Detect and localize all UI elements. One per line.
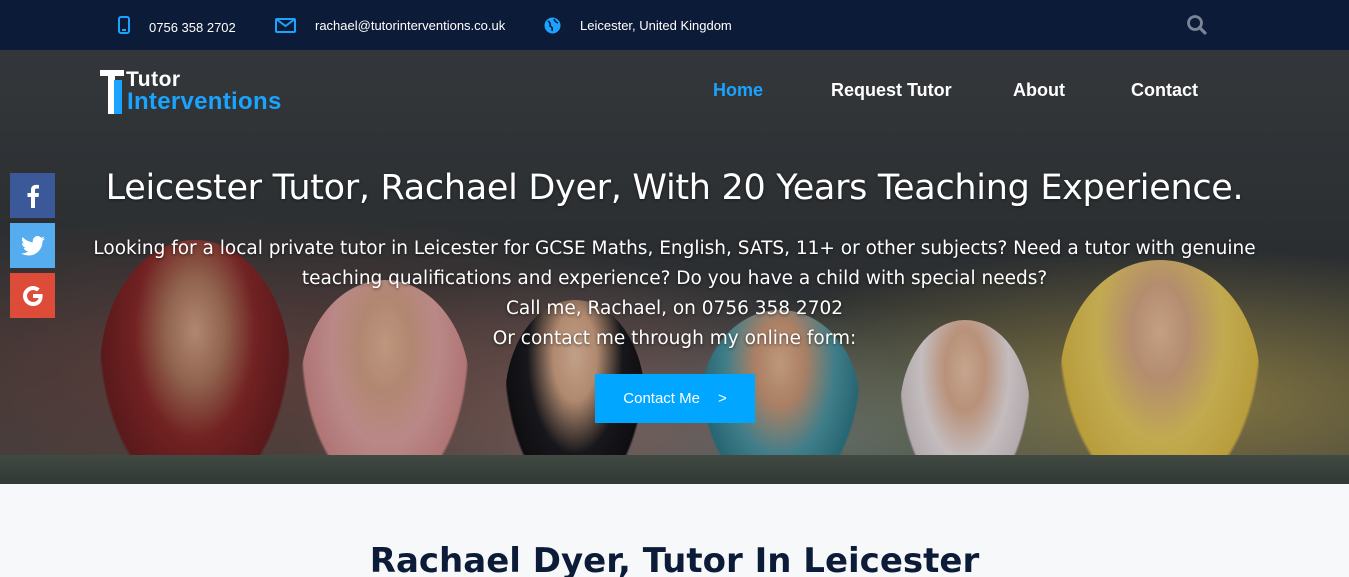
nav-contact[interactable]: Contact xyxy=(1131,80,1198,104)
site-logo[interactable]: Tutor Interventions xyxy=(100,68,300,118)
contact-me-label: Contact Me xyxy=(623,390,700,407)
email-contact[interactable]: rachael@tutorinterventions.co.uk xyxy=(275,0,505,50)
search-icon[interactable] xyxy=(1186,14,1208,36)
contact-me-button[interactable]: Contact Me > xyxy=(595,374,755,423)
globe-icon xyxy=(544,17,561,34)
envelope-icon xyxy=(275,17,296,33)
hero-title: Leicester Tutor, Rachael Dyer, With 20 Y… xyxy=(105,168,1244,208)
nav-about[interactable]: About xyxy=(1013,80,1065,104)
phone-number[interactable]: 0756 358 2702 xyxy=(149,20,236,35)
section-title: Rachael Dyer, Tutor In Leicester xyxy=(369,541,980,577)
logo-mark-icon xyxy=(100,70,124,114)
logo-text-interventions: Interventions xyxy=(127,88,282,115)
hero-intro-line-1: Looking for a local private tutor in Lei… xyxy=(93,238,1256,259)
location-info: Leicester, United Kingdom xyxy=(544,0,732,50)
hero-banner: Tutor Interventions Home Request Tutor A… xyxy=(0,50,1349,484)
location-text: Leicester, United Kingdom xyxy=(580,17,732,33)
phone-icon xyxy=(118,16,130,34)
hero-intro-line-2: teaching qualifications and experience? … xyxy=(301,268,1048,289)
phone-contact[interactable]: 0756 358 2702 xyxy=(118,0,236,50)
nav-request-tutor[interactable]: Request Tutor xyxy=(831,80,952,104)
chevron-right-icon: > xyxy=(717,390,727,407)
email-address[interactable]: rachael@tutorinterventions.co.uk xyxy=(315,18,505,33)
hero-form-line: Or contact me through my online form: xyxy=(492,328,857,349)
hero-call-line: Call me, Rachael, on 0756 358 2702 xyxy=(505,298,844,319)
nav-home[interactable]: Home xyxy=(713,80,763,104)
top-contact-bar: 0756 358 2702 rachael@tutorinterventions… xyxy=(0,0,1349,50)
